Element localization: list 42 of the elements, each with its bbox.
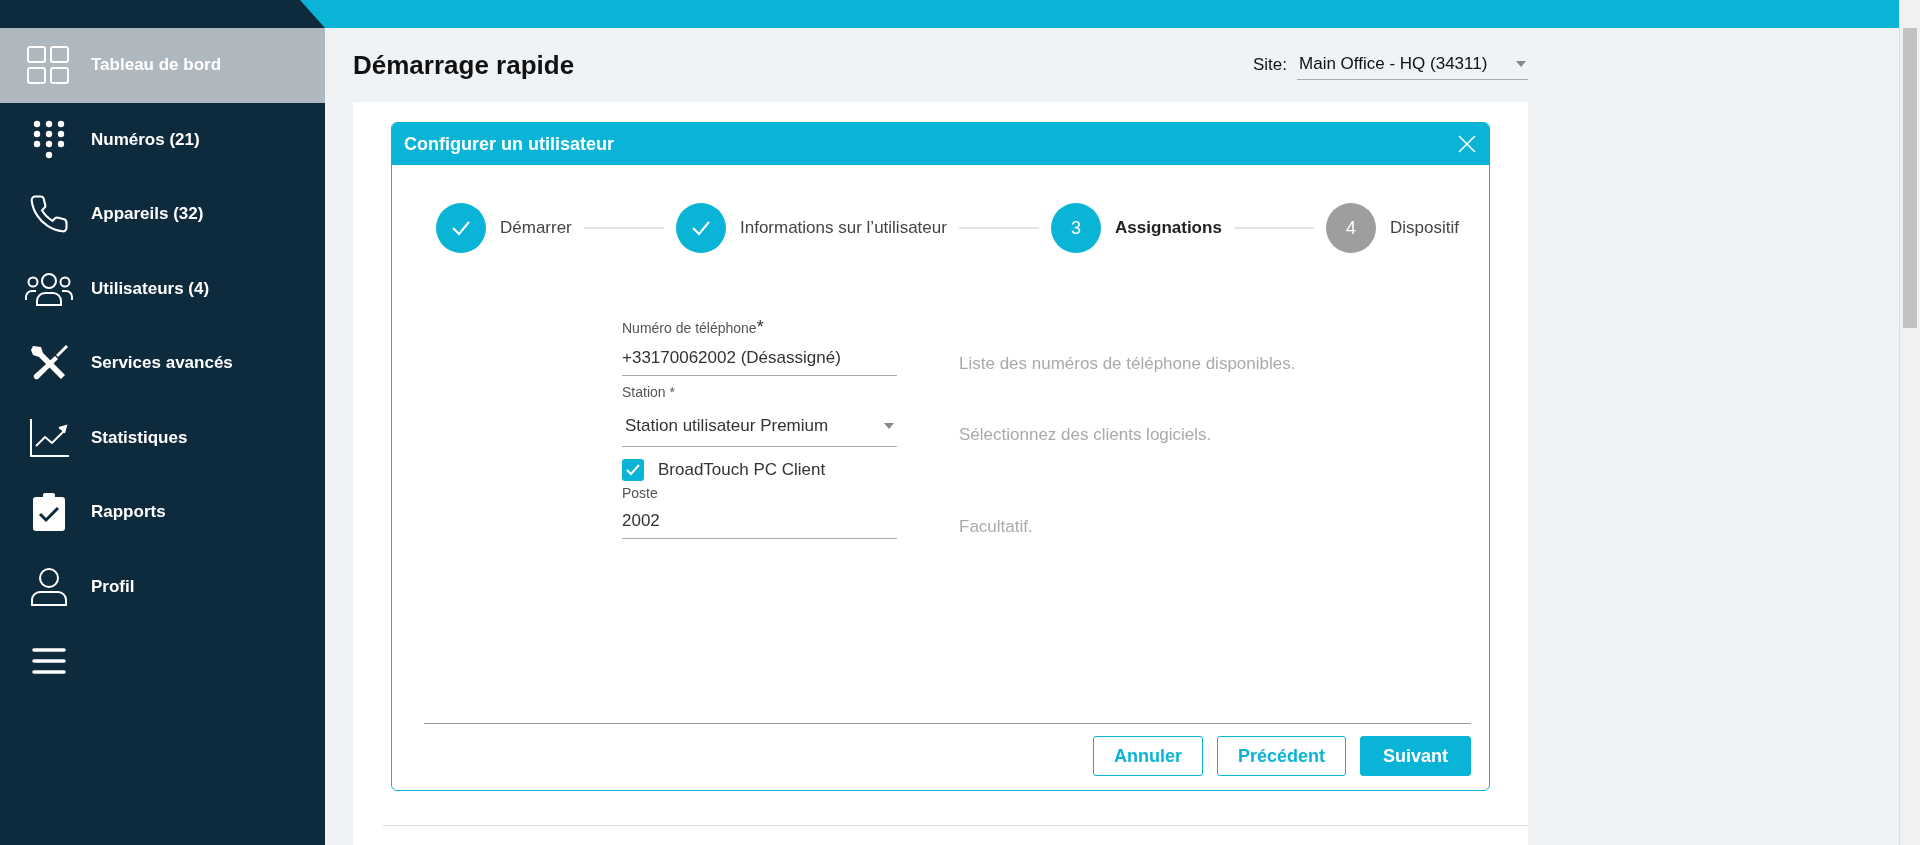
- clipboard-icon: [32, 492, 66, 533]
- step-indicator: 3: [1051, 203, 1102, 253]
- chart-icon: [28, 417, 70, 458]
- sidebar-item[interactable]: Profil: [0, 549, 325, 624]
- dialpad-icon: [33, 119, 65, 160]
- select-field[interactable]: Station utilisateur Premium: [622, 406, 897, 447]
- check-icon: [451, 220, 471, 236]
- scrollbar[interactable]: [1899, 0, 1920, 845]
- site-label: Site:: [1253, 55, 1288, 75]
- help-text: Sélectionnez des clients logiciels.: [959, 425, 1212, 446]
- caret-icon: [884, 423, 894, 429]
- sidebar-item[interactable]: Statistiques: [0, 400, 325, 475]
- input-field[interactable]: +33170062002 (Désassigné): [622, 344, 897, 376]
- step-label: Informations sur l’utilisateur: [740, 218, 947, 238]
- step-indicator: 4: [1326, 203, 1377, 253]
- sidebar-item[interactable]: Services avancés: [0, 326, 325, 401]
- checkbox[interactable]: [622, 459, 644, 481]
- site-dropdown[interactable]: Main Office - HQ (34311): [1297, 50, 1528, 80]
- menu-icon: [32, 647, 66, 676]
- sidebar-item[interactable]: Rapports: [0, 475, 325, 550]
- grid-icon: [26, 45, 72, 86]
- sidebar-item[interactable]: Numéros (21): [0, 102, 325, 177]
- page-title: Démarrage rapide: [353, 49, 575, 81]
- person-icon: [30, 566, 68, 607]
- close-icon[interactable]: [1457, 134, 1477, 154]
- check-icon: [625, 463, 641, 477]
- checkbox-label: BroadTouch PC Client: [658, 460, 826, 480]
- sidebar-item[interactable]: Appareils (32): [0, 177, 325, 252]
- help-text: Facultatif.: [959, 517, 1033, 538]
- users-icon: [24, 271, 74, 306]
- help-text: Liste des numéros de téléphone disponibles.: [959, 354, 1296, 375]
- field-label: Poste: [622, 485, 659, 501]
- caret-icon: [1516, 61, 1526, 67]
- field-label: Numéro de téléphone*: [622, 317, 765, 338]
- check-icon: [691, 220, 711, 236]
- step-label: Assignations: [1115, 218, 1222, 238]
- dialog-title: Configurer un utilisateur: [404, 133, 614, 155]
- input-field[interactable]: 2002: [622, 507, 897, 539]
- step-label: Dispositif: [1390, 218, 1459, 238]
- field-label: Station *: [622, 384, 676, 400]
- step-label: Démarrer: [500, 218, 572, 238]
- sidebar-item[interactable]: Utilisateurs (4): [0, 251, 325, 326]
